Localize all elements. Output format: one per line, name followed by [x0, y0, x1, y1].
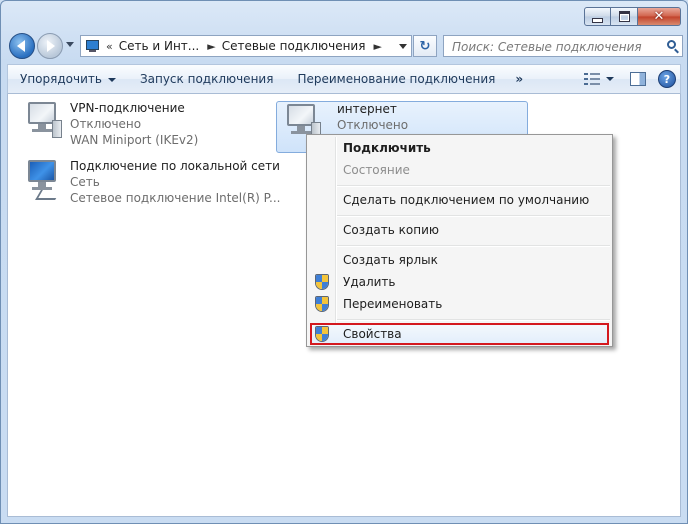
maximize-button[interactable] — [611, 7, 638, 26]
breadcrumb-network-connections[interactable]: Сетевые подключения — [222, 39, 366, 53]
uac-shield-icon — [315, 274, 329, 290]
caption-buttons: ✕ — [584, 7, 681, 26]
menu-separator — [337, 319, 610, 321]
connection-name: интернет — [337, 102, 397, 116]
menu-separator — [337, 215, 610, 217]
change-view-icon[interactable] — [584, 73, 600, 85]
maximize-icon — [618, 11, 630, 22]
menu-item-rename[interactable]: Переименовать — [309, 293, 610, 315]
menu-item-label: Подключить — [343, 141, 431, 155]
menu-item-label: Сделать подключением по умолчанию — [343, 193, 590, 207]
more-commands-button[interactable]: » — [507, 72, 531, 86]
connection-item-vpn[interactable]: VPN-подключение Отключено WAN Miniport (… — [22, 100, 198, 148]
close-button[interactable]: ✕ — [638, 7, 681, 26]
minimize-icon — [592, 18, 603, 23]
search-input[interactable] — [450, 37, 654, 57]
menu-item-create-copy[interactable]: Создать копию — [309, 219, 610, 241]
lan-connection-icon — [22, 158, 66, 202]
forward-arrow-icon — [47, 40, 55, 52]
command-bar: Упорядочить Запуск подключения Переимено… — [7, 64, 681, 94]
menu-item-label: Создать ярлык — [343, 253, 438, 267]
back-arrow-icon — [17, 40, 25, 52]
view-controls: ? — [578, 70, 680, 88]
menu-item-label: Состояние — [343, 163, 410, 177]
rename-connection-button[interactable]: Переименование подключения — [285, 72, 507, 86]
help-icon[interactable]: ? — [658, 70, 676, 88]
connection-item-lan[interactable]: Подключение по локальной сети Сеть Сетев… — [22, 158, 280, 206]
organize-menu[interactable]: Упорядочить — [8, 72, 128, 86]
connection-device: Сетевое подключение Intel(R) P... — [70, 191, 281, 205]
back-button[interactable] — [9, 33, 35, 59]
chevron-down-icon — [107, 77, 116, 82]
recent-pages-dropdown[interactable] — [66, 42, 74, 47]
network-folder-icon — [85, 39, 101, 53]
vpn-connection-icon — [22, 100, 66, 144]
menu-item-create-shortcut[interactable]: Создать ярлык — [309, 249, 610, 271]
menu-item-set-default[interactable]: Сделать подключением по умолчанию — [309, 189, 610, 211]
breadcrumb-network-internet[interactable]: Сеть и Инт... — [119, 39, 200, 53]
menu-separator — [337, 185, 610, 187]
connection-status: Отключено — [337, 118, 409, 132]
explorer-window: ✕ « Сеть и Инт... ► Сетевые подключения … — [0, 0, 688, 524]
refresh-icon: ↻ — [419, 38, 431, 54]
refresh-button[interactable]: ↻ — [413, 35, 437, 57]
menu-item-status: Состояние — [309, 159, 610, 181]
view-options-dropdown-icon[interactable] — [606, 77, 614, 81]
connection-device: WAN Miniport (IKEv2) — [70, 133, 199, 147]
menu-item-properties[interactable]: Свойства — [310, 323, 609, 345]
uac-shield-icon — [315, 326, 329, 342]
breadcrumb-separator-icon[interactable]: ► — [373, 40, 381, 53]
start-connection-button[interactable]: Запуск подключения — [128, 72, 286, 86]
menu-item-connect[interactable]: Подключить — [309, 137, 610, 159]
search-icon[interactable] — [667, 40, 676, 49]
connection-name: Подключение по локальной сети — [70, 159, 280, 173]
uac-shield-icon — [315, 296, 329, 312]
menu-item-delete[interactable]: Удалить — [309, 271, 610, 293]
preview-pane-icon[interactable] — [630, 72, 646, 86]
close-icon: ✕ — [653, 9, 665, 24]
address-dropdown-icon[interactable] — [399, 44, 407, 49]
navigation-bar: « Сеть и Инт... ► Сетевые подключения ► … — [9, 33, 683, 59]
connection-status: Отключено — [70, 117, 142, 131]
menu-item-label: Свойства — [343, 327, 402, 341]
connection-name: VPN-подключение — [70, 101, 185, 115]
menu-item-label: Создать копию — [343, 223, 439, 237]
organize-label: Упорядочить — [20, 72, 102, 86]
address-bar[interactable]: « Сеть и Инт... ► Сетевые подключения ► — [80, 35, 412, 57]
menu-item-label: Удалить — [343, 275, 396, 289]
minimize-button[interactable] — [584, 7, 611, 26]
search-box[interactable] — [443, 35, 683, 57]
context-menu: Подключить Состояние Сделать подключение… — [306, 134, 613, 347]
breadcrumb-overflow[interactable]: « — [106, 40, 113, 53]
menu-item-label: Переименовать — [343, 297, 443, 311]
breadcrumb-separator-icon[interactable]: ► — [207, 40, 215, 53]
connection-status: Сеть — [70, 175, 100, 189]
forward-button[interactable] — [37, 33, 63, 59]
menu-separator — [337, 245, 610, 247]
